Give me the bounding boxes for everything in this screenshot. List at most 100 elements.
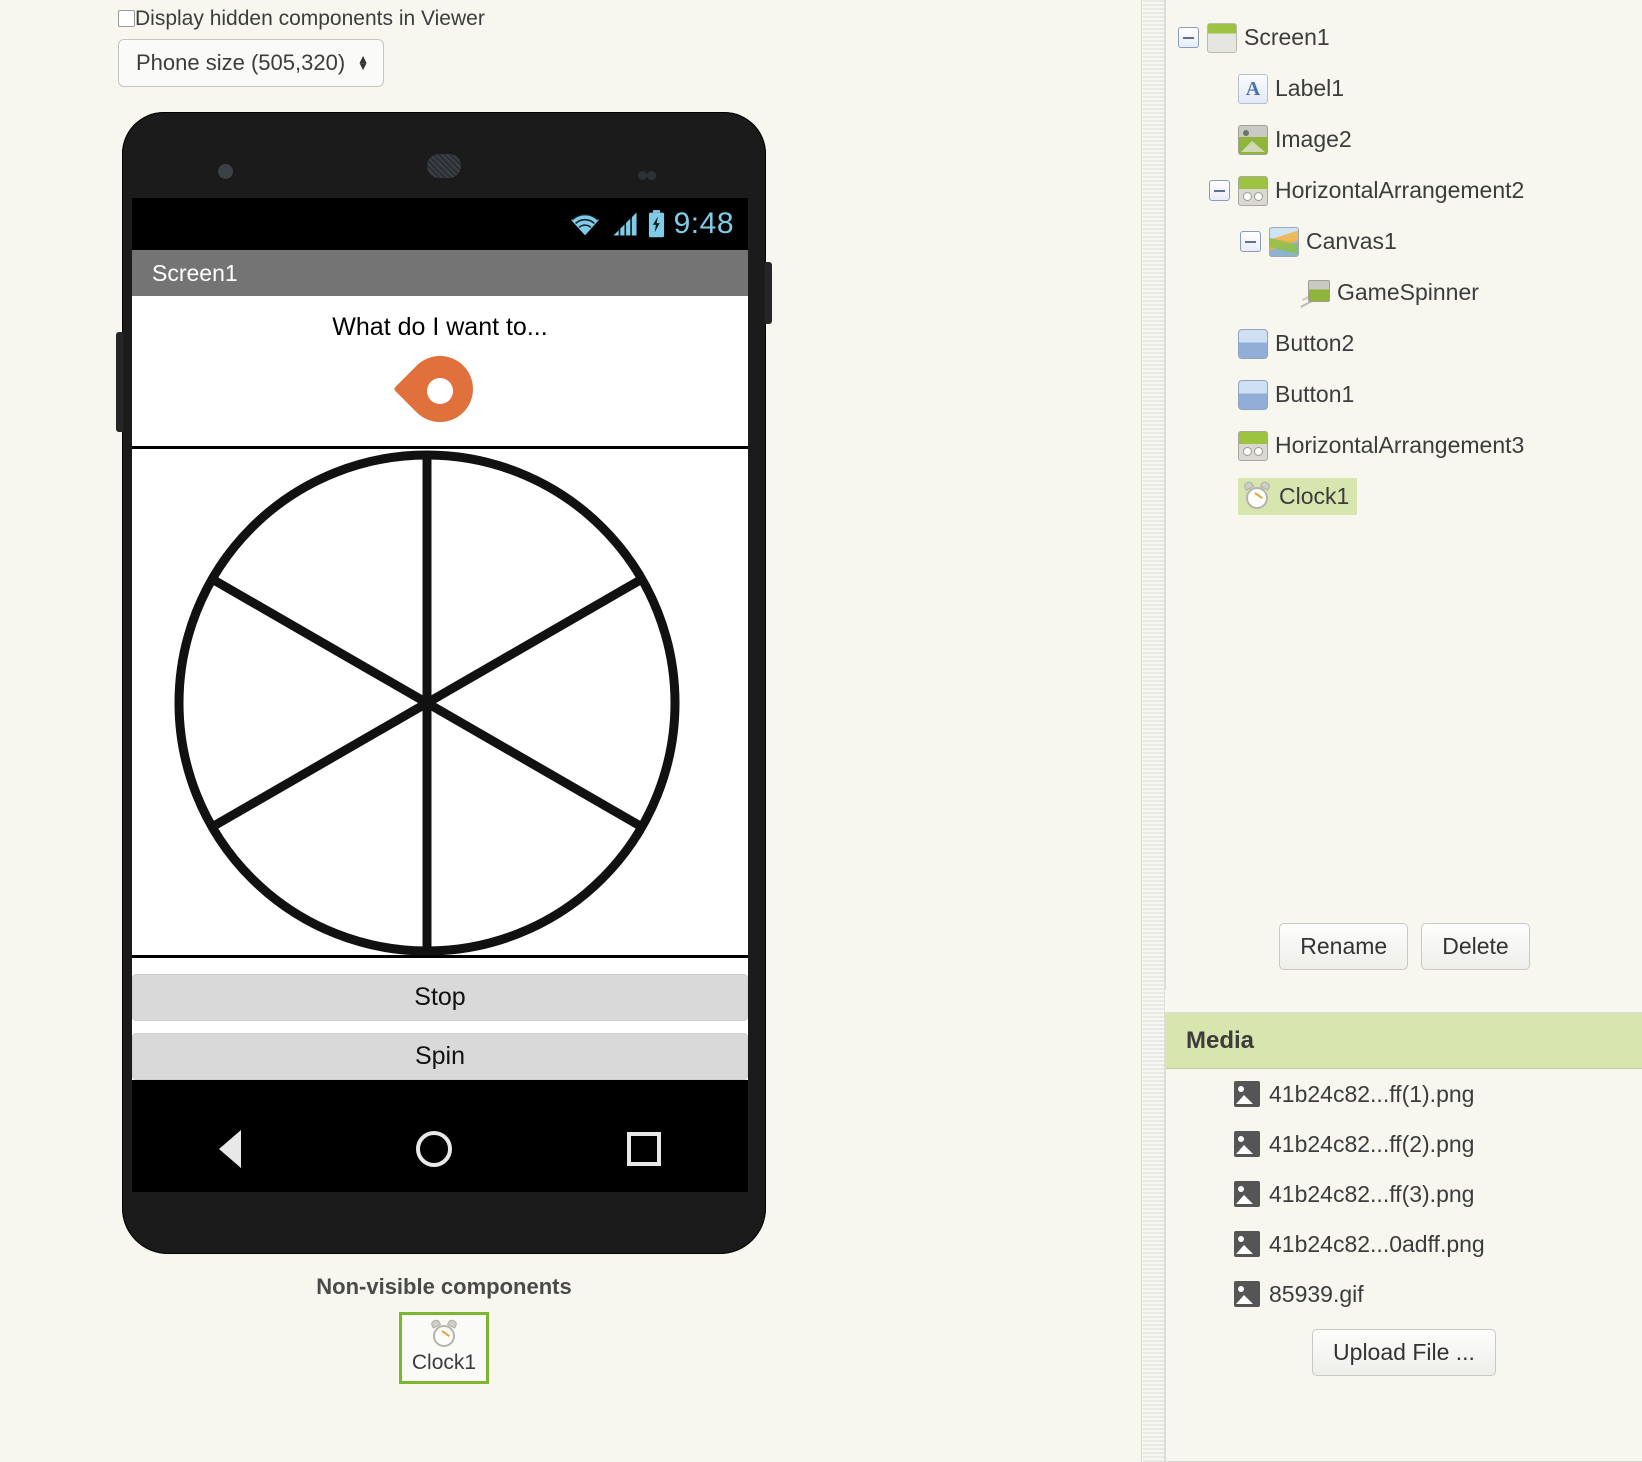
tree-item-label: GameSpinner [1337,279,1479,305]
tree-item-horizontalarrangement2[interactable]: HorizontalArrangement2 [1166,165,1642,216]
right-column: Screen1 A Label1 Image2 HorizontalArrangemen… [1143,0,1642,1462]
delete-button[interactable]: Delete [1421,923,1530,970]
component-tree: Screen1 A Label1 Image2 HorizontalArrangemen… [1166,0,1642,522]
display-hidden-components-label: Display hidden components in Viewer [135,7,485,30]
tree-item-content: HorizontalArrangement2 [1238,175,1525,206]
tree-item-canvas1[interactable]: Canvas1 [1166,216,1642,267]
viewer-controls: Display hidden components in Viewer Phon… [118,8,485,87]
image-file-icon [1234,1131,1260,1157]
screen-title-text: Screen1 [152,259,238,286]
phone-screen: 9:48 Screen1 What do I want to... Stop S… [132,198,748,1192]
status-bar-time: 9:48 [673,207,734,240]
back-icon[interactable] [219,1130,242,1168]
tree-item-image2[interactable]: Image2 [1166,114,1642,165]
tree-item-label: Label1 [1275,75,1345,101]
media-file-item[interactable]: 41b24c82...ff(2).png [1166,1119,1642,1169]
media-file-item[interactable]: 41b24c82...ff(1).png [1166,1069,1642,1119]
media-file-name: 41b24c82...ff(3).png [1269,1180,1475,1207]
tree-item-content: Image2 [1238,124,1352,155]
button-icon [1238,379,1268,410]
button1-spin[interactable]: Spin [132,1033,748,1080]
tree-item-button1[interactable]: Button1 [1166,369,1642,420]
rename-button[interactable]: Rename [1279,923,1409,970]
android-status-bar: 9:48 [132,198,748,250]
display-hidden-components-row[interactable]: Display hidden components in Viewer [118,8,485,29]
tree-item-content: Clock1 [1238,478,1358,515]
nonvisible-components-title: Non-visible components [316,1274,572,1299]
clock-icon [429,1318,459,1349]
media-file-list: 41b24c82...ff(1).png 41b24c82...ff(2).png… [1166,1069,1642,1319]
tree-item-label: Screen1 [1244,24,1330,50]
android-nav-bar [132,1106,748,1192]
phone-size-value: Phone size (505,320) [136,50,346,75]
wifi-icon [570,213,599,236]
harr-icon [1238,175,1268,206]
image-file-icon [1234,1231,1260,1257]
harr-icon [1238,430,1268,461]
tree-item-screen1[interactable]: Screen1 [1166,12,1642,63]
component-actions: Rename Delete [1166,923,1642,970]
tree-item-content: Canvas1 [1269,226,1397,257]
clock-icon [1242,480,1272,511]
signal-bars-icon [613,212,637,236]
tree-item-button2[interactable]: Button2 [1166,318,1642,369]
tree-item-label: Clock1 [1279,482,1350,509]
media-file-name: 41b24c82...0adff.png [1269,1230,1485,1257]
tree-item-content: Screen1 [1207,22,1330,53]
tree-item-label: HorizontalArrangement2 [1275,177,1525,203]
tree-item-label1[interactable]: A Label1 [1166,63,1642,114]
game-spinner-wheel [174,450,679,955]
tree-item-gamespinner[interactable]: GameSpinner [1166,267,1642,318]
media-panel-header: Media [1166,1013,1642,1069]
tree-item-clock1[interactable]: Clock1 [1166,471,1642,522]
phone-mockup: 9:48 Screen1 What do I want to... Stop S… [116,112,772,1254]
horizontal-arrangement3: Stop Spin [132,958,748,1080]
tree-item-horizontalarrangement3[interactable]: HorizontalArrangement3 [1166,420,1642,471]
nonvisible-item-clock1[interactable]: Clock1 [398,1312,490,1384]
viewer-panel: Display hidden components in Viewer Phon… [0,0,1142,1462]
button2-stop[interactable]: Stop [132,974,748,1021]
canvas1[interactable] [132,446,748,958]
tree-item-content: Button1 [1238,379,1354,410]
tree-item-label: Button2 [1275,330,1355,356]
nonvisible-components-list: Clock1 [0,1312,888,1384]
camera-icon [218,164,233,179]
media-panel: Media 41b24c82...ff(1).png 41b24c82...ff(… [1165,1012,1642,1462]
recents-icon[interactable] [626,1132,661,1166]
media-file-item[interactable]: 41b24c82...0adff.png [1166,1219,1642,1269]
tree-item-content: HorizontalArrangement3 [1238,430,1525,461]
tree-item-label: Canvas1 [1306,228,1397,254]
display-hidden-components-checkbox[interactable] [118,10,135,27]
tree-item-content: A Label1 [1238,73,1345,104]
media-file-item[interactable]: 41b24c82...ff(3).png [1166,1169,1642,1219]
home-icon[interactable] [415,1131,452,1167]
image-file-icon [1234,1281,1260,1307]
media-file-name: 41b24c82...ff(1).png [1269,1080,1475,1107]
image-file-icon [1234,1181,1260,1207]
collapse-toggle-icon[interactable] [1209,180,1230,201]
panel-scrollbar[interactable] [1143,0,1165,1462]
media-file-item[interactable]: 85939.gif [1166,1269,1642,1319]
battery-icon [648,210,664,238]
form-body: What do I want to... Stop Spin [132,296,748,1080]
collapse-toggle-icon[interactable] [1240,231,1261,252]
upload-file-button[interactable]: Upload File ... [1312,1329,1496,1376]
label-icon: A [1238,73,1268,104]
label1[interactable]: What do I want to... [132,296,748,342]
screen-icon [1207,22,1237,53]
media-file-name: 85939.gif [1269,1280,1364,1307]
image-icon [1238,124,1268,155]
components-panel: Screen1 A Label1 Image2 HorizontalArrangemen… [1165,0,1642,990]
chevron-updown-icon: ▲ ▼ [357,52,369,73]
phone-size-select[interactable]: Phone size (505,320) ▲ ▼ [118,39,384,87]
tree-item-content: GameSpinner [1300,278,1479,308]
collapse-toggle-icon[interactable] [1178,27,1199,48]
tree-item-label: HorizontalArrangement3 [1275,432,1525,458]
image2[interactable] [132,342,748,446]
media-file-name: 41b24c82...ff(2).png [1269,1130,1475,1157]
button-icon [1238,328,1268,359]
canvas-icon [1269,226,1299,257]
sensor-icon [638,167,666,180]
upload-file-wrap: Upload File ... [1166,1329,1642,1376]
screen-title-bar: Screen1 [132,250,748,296]
